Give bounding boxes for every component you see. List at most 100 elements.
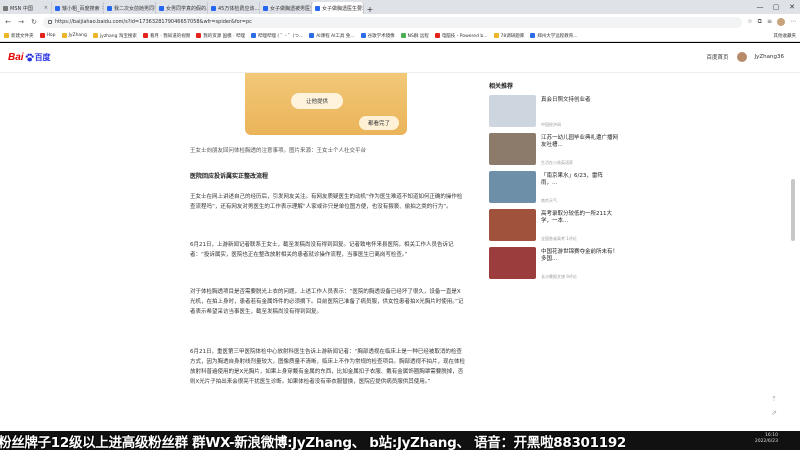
bookmark-label: 我的资源 国模 · 哔哩 [203, 33, 245, 39]
related-thumbnail[interactable] [489, 133, 536, 165]
related-thumbnail[interactable] [489, 171, 536, 203]
bookmark-icon [142, 33, 148, 38]
browser-toolbar: ← → ↻ https://baijiahao.baidu.com/s?id=1… [0, 14, 800, 30]
browser-tab[interactable]: 我二次女前她男同学都说...× [104, 2, 156, 14]
bookmark-icon [196, 33, 202, 38]
related-title[interactable]: 高考录取分较低的一所211大学，一本... [541, 211, 619, 225]
related-thumbnail[interactable] [489, 247, 536, 279]
page-scrollbar[interactable] [790, 74, 796, 431]
bookmark-label: Hop [46, 33, 56, 38]
related-item[interactable]: 江苏一幼儿园毕业典礼遭广播网友吐槽... 生活在小孩英语家 [489, 133, 619, 170]
bookmark-item[interactable]: NS群 远程 [400, 33, 429, 39]
bookmark-item[interactable]: 我的资源 国模 · 哔哩 [196, 33, 245, 39]
bookmark-item[interactable]: 哔哩哔哩 ( ゜- ゜)つ... [250, 33, 304, 39]
related-item[interactable]: 真会日照文持创业者 中国经济网 [489, 95, 619, 132]
extensions-icon[interactable]: ⧉ [758, 18, 762, 26]
address-bar[interactable]: https://baijiahao.baidu.com/s?id=1736328… [43, 16, 743, 28]
bookmark-item[interactable]: 看月 · 我知道的视频 [142, 33, 190, 39]
username[interactable]: JyZhang36 [755, 54, 784, 60]
star-icon[interactable]: ☆ [747, 18, 752, 26]
reload-icon[interactable]: ↻ [30, 18, 38, 26]
page-content: Bai 百度 百度首页 JyZhang36 让他提供 都看完了 王女士向朋友回问… [0, 43, 800, 431]
other-bookmarks[interactable]: 其他收藏夹 [774, 33, 797, 39]
related-title[interactable]: 中国花游世锦赛夺金前所未有！多国... [541, 249, 619, 263]
related-meta: 南京天气 [541, 198, 557, 203]
bookmark-label: 电脑技 - Powered b... [441, 33, 488, 39]
site-header: Bai 百度 百度首页 JyZhang36 [0, 43, 800, 73]
tab-favicon-icon [159, 5, 164, 11]
image-pill-all-read: 都看完了 [359, 116, 399, 130]
bookmark-item[interactable]: Hop [39, 33, 56, 38]
browser-tab[interactable]: MSN 中国 × [0, 2, 52, 14]
related-text: 真会日照文持创业者 中国经济网 [541, 95, 591, 132]
new-tab-button[interactable]: + [364, 5, 376, 14]
tab-favicon-icon [107, 5, 112, 11]
forward-icon[interactable]: → [17, 18, 25, 26]
bookmark-icon [92, 33, 98, 38]
stream-banner: 粉丝牌子12级以上进高级粉丝群 群WX-新浪微博:JyZhang、 b站:JyZ… [0, 431, 800, 450]
article-paragraph: 王女士在网上讲述自己的经历后，引发网友关注。有网友质疑医生的动机“作为医生难道不… [190, 194, 463, 210]
tab-title: MSN 中国 [10, 5, 33, 12]
favorites-icon[interactable]: ≡ [767, 18, 772, 26]
browser-tab[interactable]: 女子做胸透被男医生...× [260, 2, 312, 14]
bookmark-icon [360, 33, 366, 38]
back-icon[interactable]: ← [4, 18, 12, 26]
related-item[interactable]: 高考录取分较低的一所211大学，一本... 全国各省高考 1评论 [489, 209, 619, 246]
bookmark-icon [493, 33, 499, 38]
bookmark-label: jyzhang 淘宝搜索 [99, 33, 137, 39]
browser-tab[interactable]: 45万体检费应该...× [208, 2, 260, 14]
related-thumbnail[interactable] [489, 95, 536, 127]
bookmark-item[interactable]: AI课程 AI工具 免... [309, 33, 355, 39]
back-to-top-icon[interactable]: ⇡ [770, 395, 778, 403]
tab-favicon-icon [263, 5, 268, 11]
related-thumbnail[interactable] [489, 209, 536, 241]
browser-tab[interactable]: 女男同学真的假的...× [156, 2, 208, 14]
bookmark-icon [309, 33, 315, 38]
toolbar-icons: ☆ ⧉ ≡ ⋯ [747, 18, 796, 26]
related-meta: 全国各省高考 1评论 [541, 236, 577, 241]
article-image: 让他提供 都看完了 [245, 73, 407, 135]
sidebar-title: 相关推荐 [489, 83, 514, 90]
bookmark-item[interactable]: 郑州大学远程教育... [530, 33, 578, 39]
close-button[interactable]: ✕ [784, 0, 800, 14]
related-title[interactable]: 江苏一幼儿园毕业典礼遭广播网友吐槽... [541, 135, 619, 149]
bookmark-item[interactable]: 78调研题库 [493, 33, 525, 39]
bookmark-icon [434, 33, 440, 38]
bookmark-label: NS群 远程 [407, 33, 429, 39]
share-icon[interactable]: ⇗ [770, 409, 778, 417]
related-item[interactable]: 「南京果水」6/23，雷阵雨，... 南京天气 [489, 171, 619, 208]
bookmark-label: 78调研题库 [500, 33, 525, 39]
more-icon[interactable]: ⋯ [790, 18, 796, 26]
bookmark-label: 哔哩哔哩 ( ゜- ゜)つ... [257, 33, 304, 39]
image-pill-let-him-provide: 让他提供 [291, 93, 343, 109]
browser-tab[interactable]: 矮小粗_百度搜索× [52, 2, 104, 14]
paw-icon [25, 53, 34, 62]
related-title[interactable]: 「南京果水」6/23，雷阵雨，... [541, 173, 619, 187]
bookmark-item[interactable]: 谷歌学术镜像 [360, 33, 395, 39]
lock-icon [48, 20, 52, 24]
related-item[interactable]: 中国花游世锦赛夺金前所未有！多国... 长沙晚报文旅 9评论 [489, 247, 619, 284]
article-paragraph: 6月21日，重医第三甲医院体检中心放射科医生告诉上游新闻记者：“胸部透视在临床上… [190, 349, 466, 385]
related-meta: 长沙晚报文旅 9评论 [541, 274, 577, 279]
browser-tab[interactable]: 女子做胸透医生要求脱衣...× [312, 2, 364, 14]
bookmark-item[interactable]: jyzhang 淘宝搜索 [92, 33, 137, 39]
bookmark-label: 郑州大学远程教育... [537, 33, 578, 39]
window-controls: — ▢ ✕ [752, 0, 800, 14]
scrollbar-thumb[interactable] [791, 179, 795, 241]
bookmark-item[interactable]: 新建文件夹 [4, 33, 34, 39]
browser-tab-strip: MSN 中国 × 矮小粗_百度搜索×我二次女前她男同学都说...×女男同学真的假的.… [0, 0, 800, 14]
related-sidebar: 相关推荐 真会日照文持创业者 中国经济网 江苏一幼儿园毕业典礼遭广播网友吐槽... 生… [489, 81, 619, 285]
logo-du-text: 百度 [34, 53, 51, 62]
minimize-button[interactable]: — [752, 0, 768, 14]
maximize-button[interactable]: ▢ [768, 0, 784, 14]
bookmarks-bar: 新建文件夹 Hop JyZhang jyzhang 淘宝搜索 看月 · 我知道的视频 我的… [0, 30, 800, 42]
user-avatar[interactable] [736, 52, 747, 62]
related-title[interactable]: 真会日照文持创业者 [541, 97, 591, 104]
tab-favicon-icon [211, 5, 216, 11]
baidu-logo[interactable]: Bai 百度 [8, 52, 51, 63]
bookmark-item[interactable]: 电脑技 - Powered b... [434, 33, 488, 39]
tab-close-icon[interactable]: × [44, 5, 48, 11]
profile-avatar[interactable] [777, 18, 785, 26]
bookmark-item[interactable]: JyZhang [61, 33, 87, 38]
baidu-home-link[interactable]: 百度首页 [707, 53, 729, 61]
